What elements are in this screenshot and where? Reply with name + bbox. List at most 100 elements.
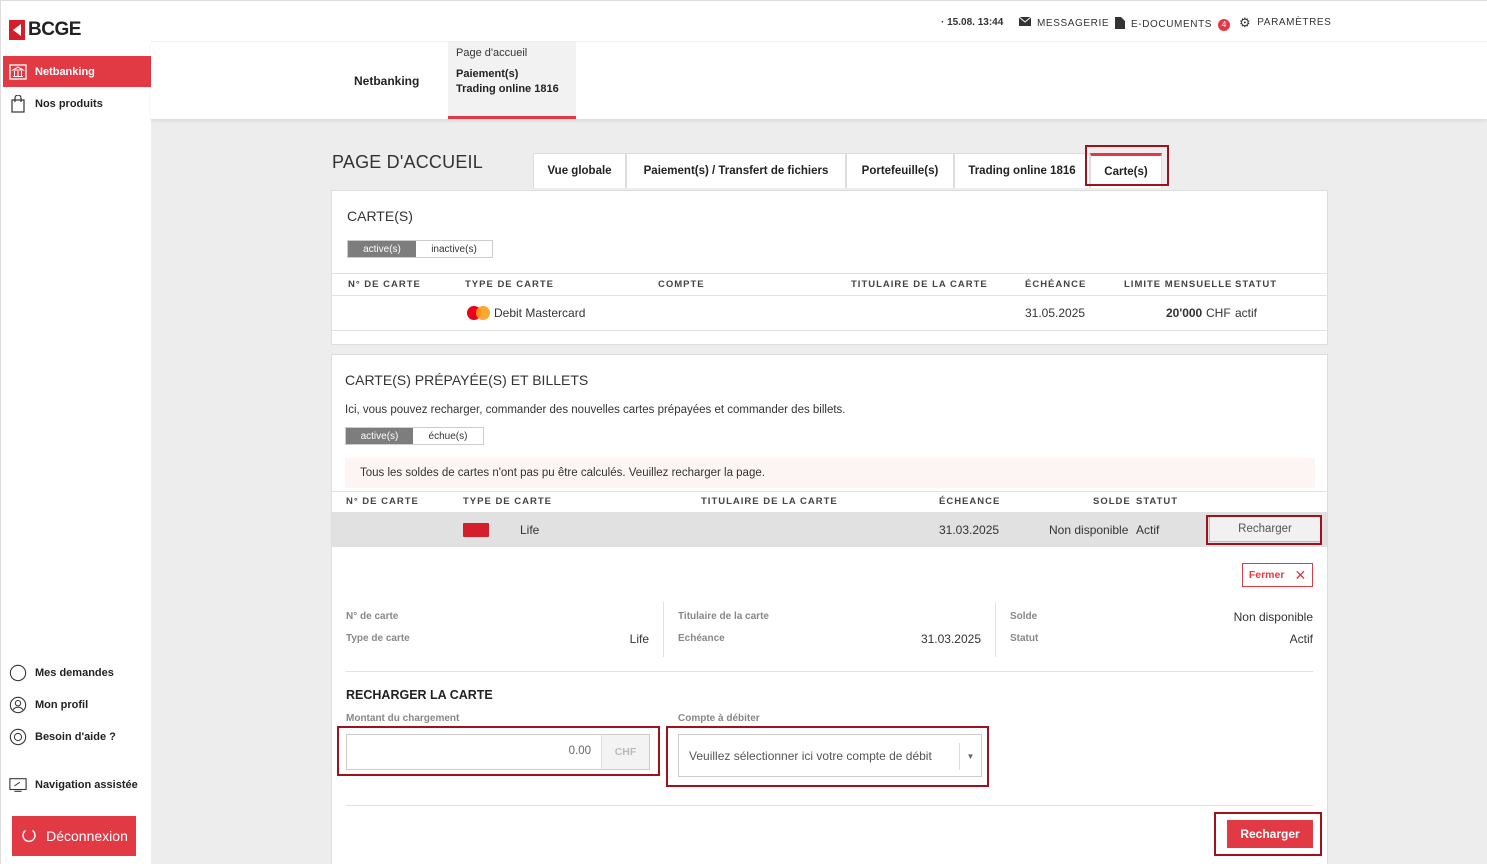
divider [995, 602, 996, 657]
prepaid-filter: active(s) échue(s) [345, 427, 484, 445]
sidebar-item-mon-profil[interactable]: Mon profil [3, 689, 151, 720]
cards-filter: active(s) inactive(s) [347, 240, 493, 258]
sidebar-item-mes-demandes[interactable]: Mes demandes [3, 657, 151, 688]
col-header-type: TYPE DE CARTE [465, 279, 555, 290]
prepaid-card-type: Life [520, 523, 540, 537]
detail-label-number: N° de carte [346, 611, 399, 622]
edocuments-badge: 4 [1218, 18, 1231, 31]
sidebar-item-label: Besoin d'aide ? [35, 730, 116, 743]
prepaid-title: CARTE(S) PRÉPAYÉE(S) ET BILLETS [345, 372, 589, 388]
parametres-link[interactable]: ⚙ PARAMÈTRES [1239, 14, 1332, 30]
close-icon: ✕ [1294, 566, 1307, 583]
account-placeholder: Veuillez sélectionner ici votre compte d… [689, 749, 932, 763]
envelope-icon [1018, 16, 1032, 29]
col-header-limite: LIMITE MENSUELLE [1124, 279, 1233, 290]
shopping-bag-icon [9, 94, 27, 113]
amount-field[interactable]: 0.00 CHF [346, 734, 650, 770]
col-header-statut: STATUT [1136, 496, 1179, 507]
messagerie-link[interactable]: MESSAGERIE [1018, 16, 1110, 29]
currency-addon: CHF [601, 735, 649, 769]
sidebar-item-label: Mon profil [35, 698, 89, 711]
notice-banner: Tous les soldes de cartes n'ont pas pu ê… [345, 458, 1315, 488]
col-header-numero: N° DE CARTE [348, 279, 421, 290]
sidebar-item-navigation-assistee[interactable]: Navigation assistée [3, 769, 151, 800]
col-header-echeance: ÉCHÉANCE [1025, 279, 1087, 290]
amount-placeholder: 0.00 [568, 745, 591, 757]
detail-label-type: Type de carte [346, 633, 410, 644]
logout-button[interactable]: Déconnexion [12, 816, 136, 856]
card-limit: 20'000 [1166, 306, 1203, 320]
filter-active[interactable]: active(s) [346, 428, 413, 444]
close-label: Fermer [1248, 569, 1285, 581]
tab-portefeuilles[interactable]: Portefeuille(s) [846, 153, 954, 188]
recharger-row-button[interactable]: Recharger [1209, 516, 1321, 542]
document-icon [1115, 17, 1125, 32]
mastercard-icon [467, 306, 491, 320]
detail-value-status: Actif [1289, 632, 1313, 646]
detail-label-balance: Solde [1010, 611, 1038, 622]
recharger-submit-button[interactable]: Recharger [1227, 820, 1313, 848]
cards-title: CARTE(S) [347, 208, 413, 224]
cards-panel: CARTE(S) active(s) inactive(s) N° DE CAR… [331, 190, 1328, 345]
table-row[interactable]: Life 31.03.2025 Non disponible Actif Rec… [332, 512, 1327, 547]
nav-netbanking[interactable]: Netbanking [354, 74, 419, 88]
bcge-logo[interactable]: BCGE [9, 19, 81, 41]
brand-name: BCGE [28, 19, 81, 40]
nav-item-page-accueil[interactable]: Page d'accueil [456, 46, 568, 61]
bank-icon [9, 63, 27, 81]
detail-value-type: Life [629, 632, 649, 646]
divider [332, 273, 1327, 274]
edocuments-link[interactable]: E-DOCUMENTS 4 [1115, 17, 1231, 32]
parametres-label: PARAMÈTRES [1257, 17, 1332, 28]
nav-item-trading[interactable]: Trading online 1816 [456, 82, 568, 97]
reload-title: RECHARGER LA CARTE [346, 688, 493, 702]
detail-label-status: Statut [1010, 633, 1039, 644]
tab-trading-online[interactable]: Trading online 1816 [954, 153, 1090, 188]
nav-item-paiements[interactable]: Paiement(s) [456, 67, 568, 82]
user-icon [9, 696, 27, 714]
filter-active[interactable]: active(s) [348, 241, 416, 257]
card-type: Debit Mastercard [494, 306, 586, 320]
divider [346, 805, 1313, 806]
account-label: Compte à débiter [678, 713, 760, 724]
divider [332, 491, 1327, 492]
col-header-solde: SOLDE [1093, 496, 1131, 507]
top-bar: · 15.08. 13:44 MESSAGERIE E-DOCUMENTS 4 … [151, 0, 1487, 42]
prepaid-card-expiry: 31.03.2025 [939, 523, 1000, 537]
power-icon [20, 826, 38, 847]
prepaid-card-status: Actif [1136, 523, 1160, 537]
bcge-logo-mark-icon [9, 20, 25, 40]
edocuments-label: E-DOCUMENTS [1131, 19, 1213, 30]
filter-expired[interactable]: échue(s) [413, 428, 483, 444]
lifebuoy-icon [9, 728, 27, 746]
col-header-type: TYPE DE CARTE [463, 496, 553, 507]
sidebar-item-nos-produits[interactable]: Nos produits [3, 88, 151, 119]
sidebar-item-label: Nos produits [35, 97, 103, 110]
tab-cartes[interactable]: Carte(s) [1090, 153, 1162, 188]
card-expiry: 31.05.2025 [1025, 306, 1086, 320]
account-select[interactable]: Veuillez sélectionner ici votre compte d… [678, 734, 982, 777]
sidebar-item-besoin-aide[interactable]: Besoin d'aide ? [3, 721, 151, 752]
messagerie-label: MESSAGERIE [1037, 17, 1110, 29]
divider [346, 671, 1313, 672]
filter-inactive[interactable]: inactive(s) [416, 241, 492, 257]
close-detail-button[interactable]: Fermer ✕ [1242, 563, 1313, 587]
amount-label: Montant du chargement [346, 713, 460, 724]
gear-icon: ⚙ [1239, 14, 1252, 30]
logout-label: Déconnexion [46, 828, 128, 844]
prepaid-intro: Ici, vous pouvez recharger, commander de… [345, 404, 846, 416]
prepaid-panel: CARTE(S) PRÉPAYÉE(S) ET BILLETS Ici, vou… [331, 354, 1328, 864]
detail-label-expiry: Echéance [678, 633, 725, 644]
sidebar: BCGE Netbanking Nos produits Mes demande… [0, 0, 151, 864]
divider [663, 602, 664, 657]
col-header-numero: N° DE CARTE [346, 496, 419, 507]
col-header-compte: COMPTE [658, 279, 705, 290]
divider [332, 330, 1327, 331]
session-datetime: · 15.08. 13:44 [941, 17, 1004, 28]
tab-paiements-transfert[interactable]: Paiement(s) / Transfert de fichiers [626, 153, 846, 188]
notice-text: Tous les soldes de cartes n'ont pas pu ê… [360, 467, 765, 479]
chat-bubble-icon [9, 664, 27, 682]
sidebar-item-netbanking[interactable]: Netbanking [3, 56, 151, 87]
tab-vue-globale[interactable]: Vue globale [533, 153, 626, 188]
card-limit-currency: CHF [1206, 306, 1231, 320]
